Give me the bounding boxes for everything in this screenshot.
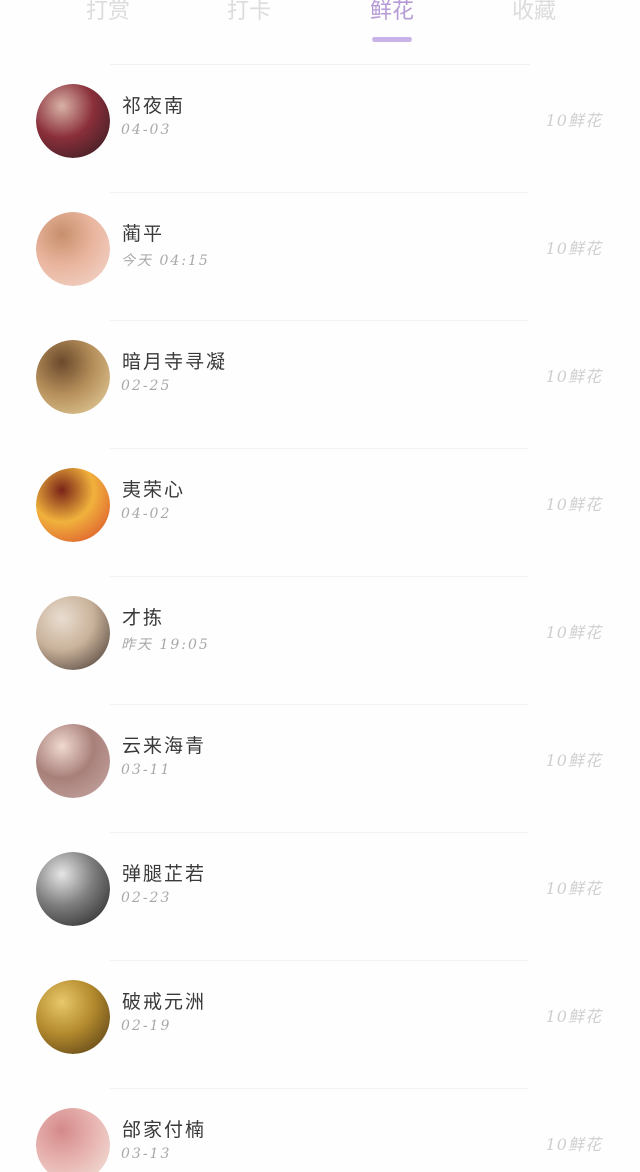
tab-tips[interactable]: 打赏 xyxy=(68,0,148,36)
avatar-image xyxy=(36,724,110,798)
user-name: 夷荣心 xyxy=(122,479,186,501)
list-item[interactable]: 邰家付楠 03-13 10鲜花 xyxy=(0,1089,640,1172)
flower-amount: 10鲜花 xyxy=(545,1007,602,1026)
user-name: 暗月寺寻凝 xyxy=(122,351,228,373)
flower-amount: 10鲜花 xyxy=(545,239,602,258)
record-time: 今天 04:15 xyxy=(121,253,210,269)
list-item[interactable]: 夷荣心 04-02 10鲜花 xyxy=(0,449,640,577)
avatar-image xyxy=(36,340,110,414)
flower-amount: 10鲜花 xyxy=(545,623,602,642)
user-name: 云来海青 xyxy=(122,735,207,757)
avatar-image xyxy=(36,852,110,926)
flower-amount: 10鲜花 xyxy=(545,111,602,130)
avatar-image xyxy=(36,212,110,286)
user-name: 弹腿芷若 xyxy=(122,863,207,885)
tab-label: 打赏 xyxy=(85,0,130,24)
tab-checkin[interactable]: 打卡 xyxy=(209,0,289,36)
list-item[interactable]: 破戒元洲 02-19 10鲜花 xyxy=(0,961,640,1089)
avatar-photo-icon[interactable] xyxy=(36,724,110,798)
avatar-image xyxy=(36,980,110,1054)
tab-label: 收藏 xyxy=(511,0,556,24)
record-time: 昨天 19:05 xyxy=(121,637,210,653)
avatar-photo-icon[interactable] xyxy=(36,84,110,158)
tab-favorites[interactable]: 收藏 xyxy=(494,0,574,36)
avatar-photo-icon[interactable] xyxy=(36,468,110,542)
user-name: 才拣 xyxy=(122,607,165,629)
avatar-photo-icon[interactable] xyxy=(36,596,110,670)
user-name: 破戒元洲 xyxy=(122,991,207,1013)
tab-label: 打卡 xyxy=(226,0,271,24)
list-item[interactable]: 云来海青 03-11 10鲜花 xyxy=(0,705,640,833)
avatar-photo-icon[interactable] xyxy=(36,852,110,926)
user-name: 邰家付楠 xyxy=(122,1119,207,1141)
avatar-photo-icon[interactable] xyxy=(36,340,110,414)
avatar-photo-icon[interactable] xyxy=(36,980,110,1054)
record-time: 02-23 xyxy=(121,890,172,906)
active-tab-indicator xyxy=(372,37,412,42)
record-time: 02-19 xyxy=(121,1018,172,1034)
user-name: 蔺平 xyxy=(122,223,165,245)
flower-amount: 10鲜花 xyxy=(545,495,602,514)
list-item[interactable]: 祁夜南 04-03 10鲜花 xyxy=(0,65,640,193)
list-item[interactable]: 暗月寺寻凝 02-25 10鲜花 xyxy=(0,321,640,449)
flower-amount: 10鲜花 xyxy=(545,367,602,386)
avatar-photo-icon[interactable] xyxy=(36,212,110,286)
record-time: 03-11 xyxy=(121,762,172,778)
record-time: 04-02 xyxy=(121,506,172,522)
flower-amount: 10鲜花 xyxy=(545,751,602,770)
tab-label: 鲜花 xyxy=(369,0,414,24)
avatar-photo-icon[interactable] xyxy=(36,1108,110,1172)
flower-records-page: 打赏 打卡 鲜花 收藏 祁夜南 04-03 10鲜花 蔺平 今天 04:15 1… xyxy=(0,0,640,1172)
record-time: 02-25 xyxy=(121,378,172,394)
tab-flowers[interactable]: 鲜花 xyxy=(352,0,432,42)
tab-bar: 打赏 打卡 鲜花 收藏 xyxy=(0,0,640,46)
user-name: 祁夜南 xyxy=(122,95,186,117)
flower-record-list: 祁夜南 04-03 10鲜花 蔺平 今天 04:15 10鲜花 暗月寺寻凝 02… xyxy=(0,65,640,1172)
list-item[interactable]: 弹腿芷若 02-23 10鲜花 xyxy=(0,833,640,961)
avatar-image xyxy=(36,84,110,158)
flower-amount: 10鲜花 xyxy=(545,1135,602,1154)
record-time: 04-03 xyxy=(121,122,172,138)
avatar-image xyxy=(36,1108,110,1172)
list-item[interactable]: 才拣 昨天 19:05 10鲜花 xyxy=(0,577,640,705)
record-time: 03-13 xyxy=(121,1146,172,1162)
avatar-image xyxy=(36,468,110,542)
list-item[interactable]: 蔺平 今天 04:15 10鲜花 xyxy=(0,193,640,321)
avatar-image xyxy=(36,596,110,670)
flower-amount: 10鲜花 xyxy=(545,879,602,898)
